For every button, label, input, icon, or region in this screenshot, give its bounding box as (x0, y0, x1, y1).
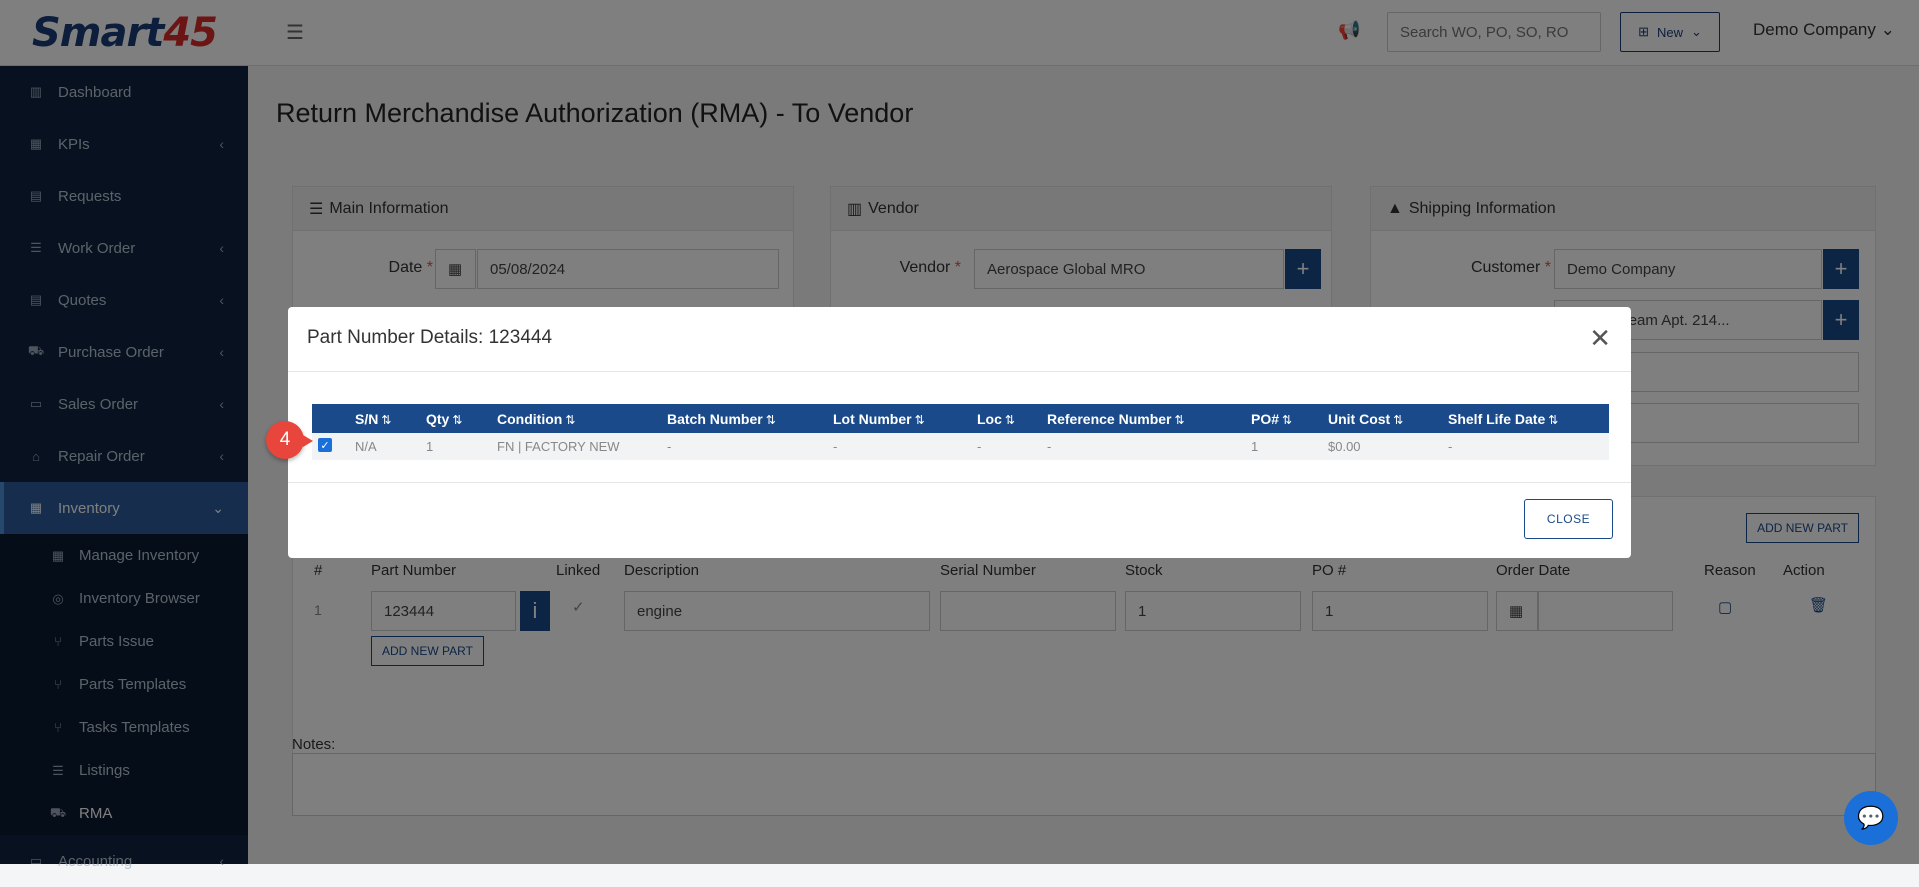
col-loc[interactable]: Loc⇅ (977, 411, 1015, 427)
chat-icon[interactable]: 💬 (1844, 791, 1898, 845)
row-select-checkbox[interactable]: ✓ (318, 438, 332, 452)
col-qty[interactable]: Qty⇅ (426, 411, 462, 427)
close-icon[interactable]: ✕ (1589, 323, 1611, 354)
table-row[interactable]: N/A 1 FN | FACTORY NEW - - - - 1 $0.00 - (312, 433, 1609, 460)
modal-title: Part Number Details: 123444 (307, 327, 552, 349)
col-lot-number[interactable]: Lot Number⇅ (833, 411, 925, 427)
col-reference-number[interactable]: Reference Number⇅ (1047, 411, 1185, 427)
step-badge: 4 (266, 421, 304, 459)
col-batch-number[interactable]: Batch Number⇅ (667, 411, 776, 427)
col-po[interactable]: PO#⇅ (1251, 411, 1292, 427)
details-table-header: S/N⇅ Qty⇅ Condition⇅ Batch Number⇅ Lot N… (312, 404, 1609, 433)
col-shelf-life-date[interactable]: Shelf Life Date⇅ (1448, 411, 1558, 427)
col-sn[interactable]: S/N⇅ (355, 411, 391, 427)
close-button[interactable]: CLOSE (1524, 499, 1613, 539)
part-number-details-modal: Part Number Details: 123444 ✕ S/N⇅ Qty⇅ … (288, 307, 1631, 558)
col-condition[interactable]: Condition⇅ (497, 411, 575, 427)
col-unit-cost[interactable]: Unit Cost⇅ (1328, 411, 1403, 427)
